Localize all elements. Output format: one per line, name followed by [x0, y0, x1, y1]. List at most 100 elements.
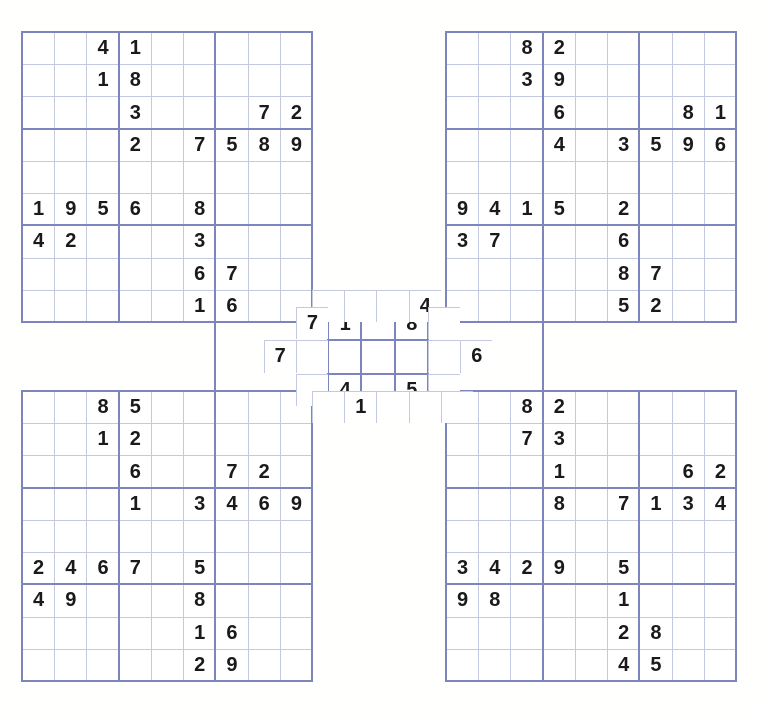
sudoku-cell[interactable] — [22, 649, 54, 681]
sudoku-cell[interactable]: 4 — [22, 225, 54, 257]
sudoku-cell[interactable]: 1 — [639, 488, 671, 520]
sudoku-cell[interactable] — [543, 225, 575, 257]
sudoku-cell[interactable] — [510, 290, 542, 322]
sudoku-cell[interactable] — [672, 64, 704, 96]
sudoku-cell[interactable] — [22, 488, 54, 520]
sudoku-cell[interactable] — [672, 225, 704, 257]
sudoku-cell[interactable]: 3 — [607, 129, 639, 161]
sudoku-cell[interactable] — [510, 96, 542, 128]
sudoku-cell[interactable] — [54, 423, 86, 455]
sudoku-cell[interactable] — [151, 649, 183, 681]
sudoku-cell[interactable] — [22, 520, 54, 552]
sudoku-cell[interactable] — [86, 161, 118, 193]
sudoku-cell[interactable] — [639, 552, 671, 584]
sudoku-cell[interactable]: 8 — [119, 64, 151, 96]
sudoku-cell[interactable] — [704, 649, 736, 681]
sudoku-cell[interactable] — [376, 391, 408, 423]
sudoku-cell[interactable]: 6 — [248, 488, 280, 520]
sudoku-cell[interactable] — [22, 617, 54, 649]
sudoku-cell[interactable] — [86, 520, 118, 552]
sudoku-cell[interactable]: 8 — [639, 617, 671, 649]
sudoku-cell[interactable] — [215, 391, 247, 423]
sudoku-cell[interactable] — [672, 520, 704, 552]
sudoku-cell[interactable] — [151, 32, 183, 64]
sudoku-cell[interactable] — [151, 64, 183, 96]
sudoku-cell[interactable]: 8 — [607, 258, 639, 290]
sudoku-cell[interactable] — [54, 488, 86, 520]
sudoku-cell[interactable] — [510, 649, 542, 681]
sudoku-cell[interactable] — [280, 423, 312, 455]
sudoku-cell[interactable] — [639, 64, 671, 96]
sudoku-cell[interactable] — [575, 129, 607, 161]
sudoku-cell[interactable] — [478, 423, 510, 455]
sudoku-cell[interactable] — [22, 161, 54, 193]
sudoku-cell[interactable] — [86, 225, 118, 257]
sudoku-cell[interactable]: 3 — [446, 225, 478, 257]
sudoku-cell[interactable]: 5 — [119, 391, 151, 423]
sudoku-cell[interactable]: 2 — [22, 552, 54, 584]
sudoku-cell[interactable] — [215, 32, 247, 64]
sudoku-cell[interactable] — [446, 423, 478, 455]
sudoku-cell[interactable] — [446, 96, 478, 128]
sudoku-cell[interactable]: 2 — [704, 455, 736, 487]
sudoku-cell[interactable] — [575, 258, 607, 290]
sudoku-cell[interactable]: 9 — [280, 129, 312, 161]
sudoku-cell[interactable] — [428, 307, 460, 339]
sudoku-cell[interactable]: 6 — [86, 552, 118, 584]
sudoku-cell[interactable] — [704, 552, 736, 584]
sudoku-cell[interactable] — [672, 290, 704, 322]
sudoku-cell[interactable] — [215, 584, 247, 616]
sudoku-cell[interactable] — [183, 455, 215, 487]
sudoku-cell[interactable] — [575, 488, 607, 520]
sudoku-cell[interactable] — [54, 32, 86, 64]
sudoku-cell[interactable] — [22, 96, 54, 128]
sudoku-cell[interactable] — [543, 258, 575, 290]
sudoku-cell[interactable] — [575, 64, 607, 96]
sudoku-cell[interactable] — [215, 423, 247, 455]
sudoku-cell[interactable] — [510, 225, 542, 257]
sudoku-cell[interactable]: 1 — [607, 584, 639, 616]
sudoku-cell[interactable] — [409, 391, 441, 423]
sudoku-cell[interactable] — [639, 96, 671, 128]
sudoku-cell[interactable] — [119, 161, 151, 193]
sudoku-cell[interactable] — [575, 520, 607, 552]
sudoku-cell[interactable] — [248, 617, 280, 649]
sudoku-cell[interactable] — [575, 552, 607, 584]
sudoku-cell[interactable] — [151, 391, 183, 423]
sudoku-cell[interactable]: 3 — [183, 488, 215, 520]
sudoku-cell[interactable]: 5 — [639, 129, 671, 161]
sudoku-cell[interactable] — [119, 584, 151, 616]
sudoku-cell[interactable] — [607, 96, 639, 128]
sudoku-cell[interactable] — [151, 488, 183, 520]
sudoku-cell[interactable] — [280, 455, 312, 487]
sudoku-cell[interactable]: 6 — [607, 225, 639, 257]
sudoku-cell[interactable] — [478, 32, 510, 64]
sudoku-cell[interactable]: 9 — [54, 193, 86, 225]
sudoku-cell[interactable] — [575, 96, 607, 128]
sudoku-cell[interactable] — [248, 290, 280, 322]
sudoku-cell[interactable] — [119, 617, 151, 649]
sudoku-cell[interactable]: 9 — [215, 649, 247, 681]
sudoku-cell[interactable] — [446, 520, 478, 552]
sudoku-cell[interactable] — [704, 32, 736, 64]
sudoku-cell[interactable]: 1 — [344, 391, 376, 423]
sudoku-cell[interactable]: 7 — [510, 423, 542, 455]
sudoku-cell[interactable] — [280, 552, 312, 584]
sudoku-cell[interactable]: 2 — [248, 455, 280, 487]
sudoku-cell[interactable] — [86, 96, 118, 128]
sudoku-cell[interactable] — [639, 193, 671, 225]
sudoku-cell[interactable] — [248, 584, 280, 616]
sudoku-cell[interactable] — [607, 32, 639, 64]
sudoku-cell[interactable] — [215, 520, 247, 552]
sudoku-cell[interactable] — [672, 584, 704, 616]
sudoku-cell[interactable] — [478, 161, 510, 193]
sudoku-cell[interactable] — [22, 64, 54, 96]
sudoku-cell[interactable]: 6 — [215, 290, 247, 322]
sudoku-cell[interactable]: 7 — [296, 307, 328, 339]
sudoku-cell[interactable]: 2 — [183, 649, 215, 681]
sudoku-cell[interactable] — [344, 290, 376, 322]
sudoku-cell[interactable] — [248, 552, 280, 584]
sudoku-cell[interactable]: 1 — [119, 488, 151, 520]
sudoku-cell[interactable]: 2 — [119, 129, 151, 161]
sudoku-cell[interactable] — [22, 129, 54, 161]
